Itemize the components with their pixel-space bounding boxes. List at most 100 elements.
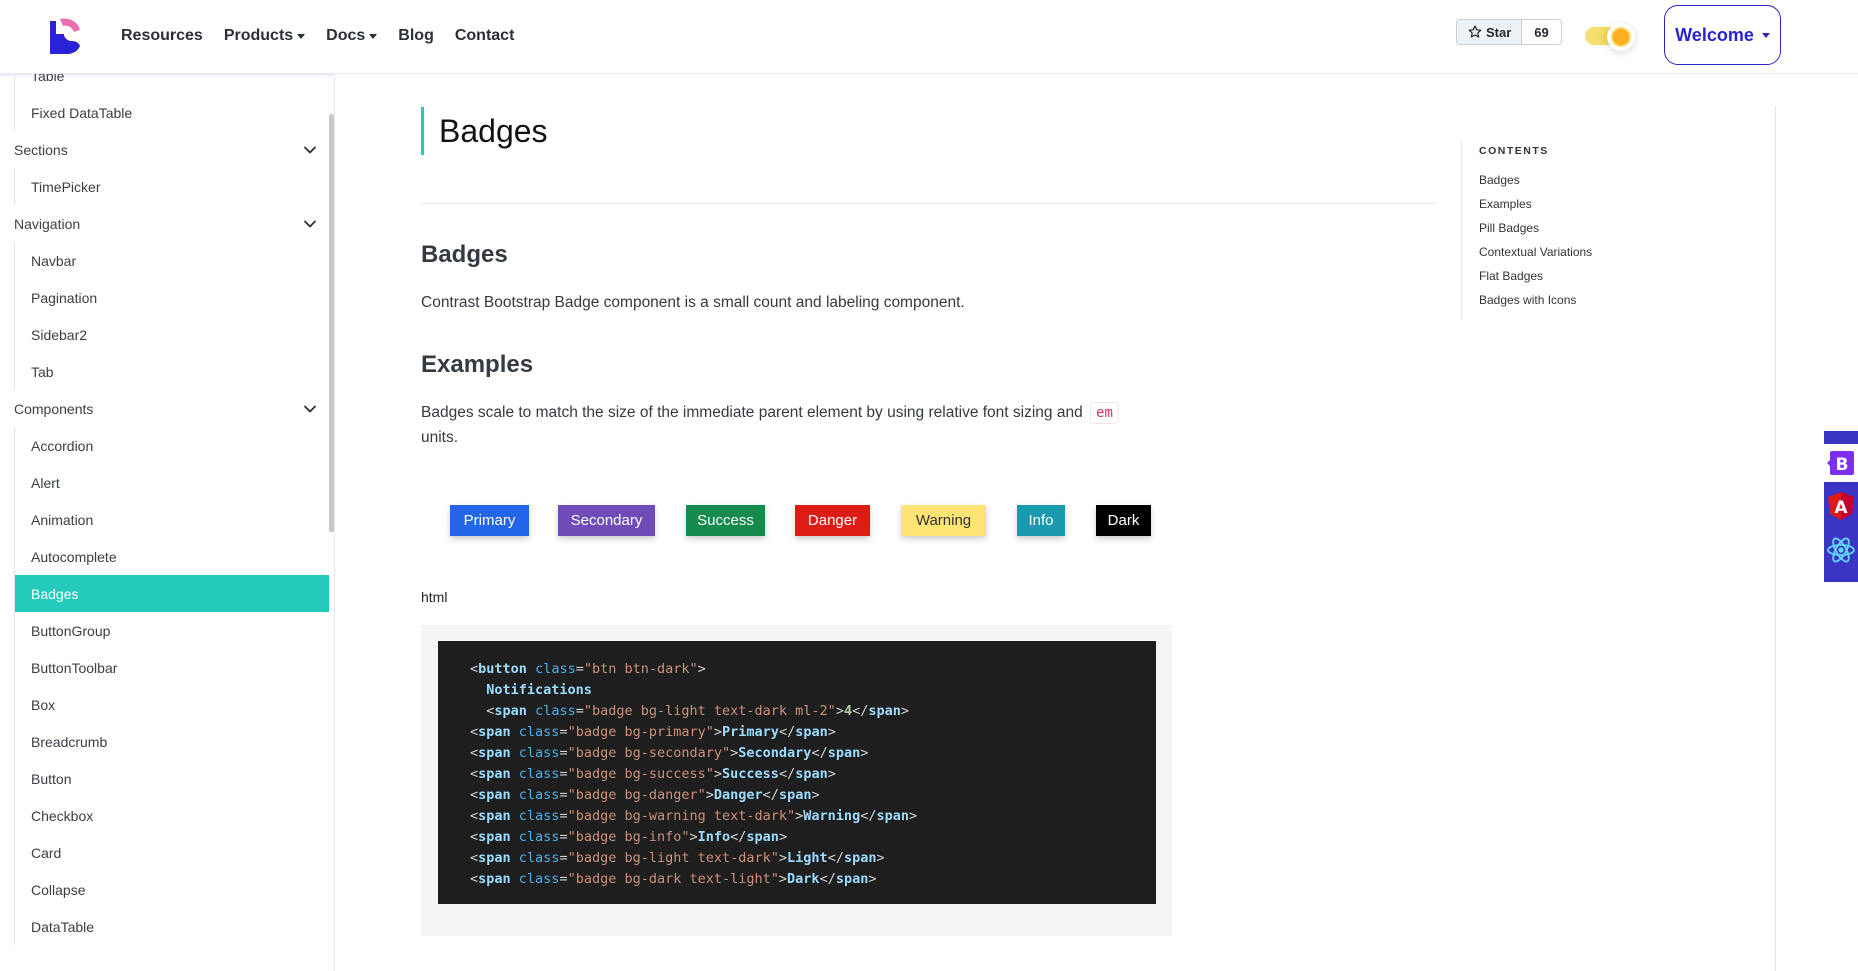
examples-description: Badges scale to match the size of the im… — [421, 400, 1181, 450]
bootstrap-icon: B — [1827, 451, 1854, 475]
badge-success: Success — [686, 505, 765, 536]
framework-angular[interactable]: A — [1824, 487, 1858, 525]
code-line: <span class="badge bg-light text-dark">L… — [470, 850, 885, 866]
content-divider — [1775, 106, 1776, 971]
react-icon — [1827, 537, 1855, 563]
divider — [421, 203, 1436, 204]
nav-label: Resources — [121, 27, 203, 44]
code-line: <span class="badge bg-info">Info</span> — [470, 829, 788, 845]
sidebar-item-collapse[interactable]: Collapse — [15, 871, 329, 908]
toc-link-badges-with-icons[interactable]: Badges with Icons — [1479, 288, 1592, 312]
nav-resources[interactable]: Resources — [121, 27, 203, 45]
nav-contact[interactable]: Contact — [455, 27, 515, 45]
github-star-button[interactable]: Star — [1457, 20, 1523, 44]
sidebar-item-checkbox[interactable]: Checkbox — [15, 797, 329, 834]
sidebar-group: Navbar Pagination Sidebar2 Tab — [14, 242, 329, 390]
toc-link-contextual-variations[interactable]: Contextual Variations — [1479, 240, 1592, 264]
nav-docs[interactable]: Docs — [326, 27, 378, 45]
nav-label: Products — [223, 27, 294, 44]
sidebar-section-components[interactable]: Components — [14, 390, 316, 427]
sidebar-item-breadcrumb[interactable]: Breadcrumb — [15, 723, 329, 760]
badge-dark: Dark — [1096, 505, 1151, 536]
sidebar-item-autocomplete[interactable]: Autocomplete — [15, 538, 329, 575]
sidebar-item-table[interactable]: Table — [15, 74, 329, 94]
sidebar-section-sections[interactable]: Sections — [14, 131, 317, 168]
sidebar-item-buttontoolbar[interactable]: ButtonToolbar — [15, 649, 329, 686]
sidebar-scrollbar[interactable] — [329, 114, 334, 532]
code-line: Notifications — [486, 682, 592, 698]
sidebar-item-card[interactable]: Card — [15, 834, 329, 871]
badges-example-row: Primary Secondary Success Danger Warning Info… — [450, 505, 1151, 536]
chevron-down-icon — [303, 217, 317, 231]
code-language-label: html — [421, 589, 448, 605]
code-line: <span class="badge bg-success">Success</… — [470, 766, 836, 782]
toc-link-pill-badges[interactable]: Pill Badges — [1479, 216, 1592, 240]
section-heading-badges: Badges — [421, 241, 508, 268]
toc-link-flat-badges[interactable]: Flat Badges — [1479, 264, 1592, 288]
nav-products[interactable]: Products — [223, 27, 306, 45]
sidebar-item-badges[interactable]: Badges — [15, 575, 329, 612]
inline-code: em — [1090, 402, 1119, 424]
sidebar-item-accordion[interactable]: Accordion — [15, 427, 329, 464]
welcome-dropdown-button[interactable]: Welcome — [1664, 5, 1781, 65]
angular-icon: A — [1828, 492, 1854, 520]
code-block[interactable]: <button class="btn btn-dark"> Notificati… — [438, 641, 1156, 904]
sidebar-item-navbar[interactable]: Navbar — [15, 242, 329, 279]
badge-danger: Danger — [795, 505, 870, 536]
sidebar-item-alert[interactable]: Alert — [15, 464, 329, 501]
code-line: <span class="badge bg-primary">Primary</… — [470, 724, 836, 740]
sidebar-group: Table Fixed DataTable — [14, 74, 329, 131]
sidebar-section-label: Components — [14, 400, 94, 417]
sidebar-section-label: Navigation — [14, 215, 81, 232]
svg-text:A: A — [1834, 498, 1848, 518]
sidebar-item-fixed-datatable[interactable]: Fixed DataTable — [15, 94, 329, 131]
top-navbar: Resources Products Docs Blog Contact Star 69… — [0, 0, 1858, 74]
examples-text: Badges scale to match the size of the im… — [421, 404, 1083, 421]
sidebar-item-pagination[interactable]: Pagination — [15, 279, 329, 316]
sidebar-section-label: Sections — [14, 141, 68, 158]
github-star-widget: Star 69 — [1456, 19, 1562, 45]
toc-link-badges[interactable]: Badges — [1479, 168, 1592, 192]
framework-bootstrap[interactable]: B — [1824, 444, 1858, 482]
star-icon — [1468, 25, 1482, 38]
badge-secondary: Secondary — [558, 505, 655, 536]
sidebar-item-timepicker[interactable]: TimePicker — [15, 168, 329, 205]
sidebar-section-navigation[interactable]: Navigation — [14, 205, 317, 242]
code-line: <span class="badge bg-light text-dark ml… — [486, 703, 910, 719]
toggle-knob — [1607, 23, 1635, 51]
sidebar-item-sidebar2[interactable]: Sidebar2 — [15, 316, 329, 353]
page-title: Badges — [439, 112, 548, 149]
page-title-block: Badges — [421, 107, 548, 155]
sun-icon — [1613, 29, 1629, 45]
sidebar-item-tab[interactable]: Tab — [15, 353, 329, 390]
welcome-label: Welcome — [1675, 24, 1754, 45]
caret-down-icon — [369, 33, 378, 39]
sidebar-item-animation[interactable]: Animation — [15, 501, 329, 538]
badge-info: Info — [1017, 505, 1065, 536]
examples-text-end: units. — [421, 429, 459, 446]
framework-switcher: B A — [1824, 431, 1858, 582]
sidebar: Table Fixed DataTable Sections TimePicker Na… — [0, 74, 335, 971]
sidebar-item-button[interactable]: Button — [15, 760, 329, 797]
code-line: <span class="badge bg-dark text-light">D… — [470, 871, 877, 887]
nav-blog[interactable]: Blog — [398, 27, 434, 45]
toc-link-examples[interactable]: Examples — [1479, 192, 1592, 216]
sidebar-item-box[interactable]: Box — [15, 686, 329, 723]
badge-primary: Primary — [450, 505, 529, 536]
star-count[interactable]: 69 — [1522, 20, 1561, 44]
code-line: <button class="btn btn-dark"> — [470, 661, 706, 677]
sidebar-item-buttongroup[interactable]: ButtonGroup — [15, 612, 329, 649]
brand-logo[interactable] — [50, 18, 82, 54]
main-nav: Resources Products Docs Blog Contact — [121, 0, 535, 72]
nav-label: Docs — [326, 27, 366, 44]
sidebar-item-datatable[interactable]: DataTable — [15, 908, 329, 945]
chevron-down-icon — [303, 143, 317, 157]
star-label: Star — [1486, 24, 1512, 40]
code-line: <span class="badge bg-danger">Danger</sp… — [470, 787, 820, 803]
caret-down-icon — [297, 33, 306, 39]
framework-react[interactable] — [1824, 531, 1858, 569]
theme-toggle[interactable] — [1583, 23, 1639, 51]
section-description: Contrast Bootstrap Badge component is a … — [421, 294, 965, 311]
toc-title: CONTENTS — [1479, 145, 1549, 157]
sidebar-group: Accordion Alert Animation Autocomplete Badge… — [14, 427, 329, 945]
